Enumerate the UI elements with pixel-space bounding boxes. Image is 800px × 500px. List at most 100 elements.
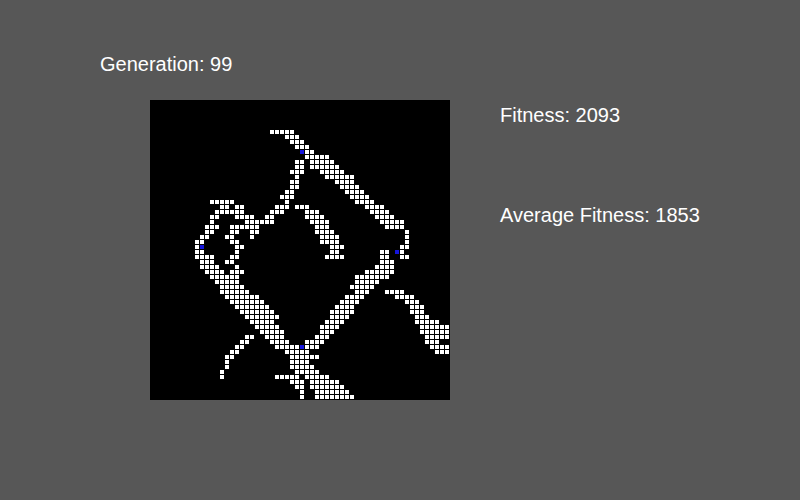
grid-cell (310, 345, 314, 349)
grid-cell (215, 265, 219, 269)
grid-cell (295, 385, 299, 389)
grid-cell (240, 295, 244, 299)
grid-cell (255, 325, 259, 329)
grid-cell (245, 290, 249, 294)
grid-cell (390, 215, 394, 219)
grid-cell (295, 175, 299, 179)
grid-cell (320, 230, 324, 234)
grid-cell (265, 305, 269, 309)
grid-cell (390, 265, 394, 269)
grid-cell (300, 360, 304, 364)
grid-cell (330, 330, 334, 334)
grid-cell (280, 210, 284, 214)
grid-cell (265, 315, 269, 319)
grid-cell (355, 275, 359, 279)
grid-cell (300, 385, 304, 389)
grid-cell (325, 375, 329, 379)
grid-cell (445, 345, 449, 349)
grid-cell (240, 210, 244, 214)
grid-cell (275, 340, 279, 344)
grid-cell (325, 255, 329, 259)
grid-cell (305, 365, 309, 369)
grid-cell (295, 165, 299, 169)
grid-cell (280, 330, 284, 334)
grid-cell (240, 340, 244, 344)
grid-cell (290, 190, 294, 194)
grid-cell (230, 230, 234, 234)
grid-cell (355, 200, 359, 204)
grid-cell (235, 275, 239, 279)
grid-cell (320, 170, 324, 174)
grid-cell (345, 295, 349, 299)
grid-cell (200, 255, 204, 259)
grid-cell (235, 345, 239, 349)
grid-cell (245, 220, 249, 224)
grid-cell (290, 375, 294, 379)
grid-cell (310, 375, 314, 379)
grid-cell (215, 200, 219, 204)
grid-cell (290, 345, 294, 349)
grid-cell (210, 230, 214, 234)
grid-cell (315, 340, 319, 344)
grid-cell (380, 265, 384, 269)
grid-cell (250, 225, 254, 229)
grid-cell (335, 175, 339, 179)
grid-cell (340, 305, 344, 309)
grid-cell (325, 160, 329, 164)
grid-cell (235, 300, 239, 304)
grid-cell (305, 205, 309, 209)
grid-cell (315, 390, 319, 394)
grid-cell (340, 170, 344, 174)
grid-marker (300, 345, 304, 349)
grid-cell (220, 290, 224, 294)
grid-cell (265, 320, 269, 324)
grid-cell (425, 320, 429, 324)
grid-cell (350, 300, 354, 304)
grid-cell (435, 330, 439, 334)
grid-cell (415, 315, 419, 319)
grid-cell (295, 180, 299, 184)
grid-cell (260, 305, 264, 309)
grid-cell (425, 335, 429, 339)
grid-cell (270, 220, 274, 224)
grid-cell (290, 135, 294, 139)
grid-cell (230, 260, 234, 264)
grid-cell (310, 215, 314, 219)
grid-cell (230, 355, 234, 359)
grid-cell (225, 280, 229, 284)
grid-cell (320, 155, 324, 159)
grid-cell (220, 210, 224, 214)
grid-cell (315, 215, 319, 219)
grid-cell (275, 335, 279, 339)
grid-cell (325, 330, 329, 334)
grid-cell (195, 255, 199, 259)
grid-cell (320, 225, 324, 229)
grid-cell (320, 380, 324, 384)
grid-cell (405, 240, 409, 244)
grid-cell (240, 225, 244, 229)
grid-cell (235, 295, 239, 299)
grid-cell (410, 295, 414, 299)
grid-cell (235, 210, 239, 214)
grid-cell (245, 310, 249, 314)
grid-cell (345, 185, 349, 189)
grid-cell (280, 340, 284, 344)
grid-cell (290, 185, 294, 189)
grid-cell (275, 330, 279, 334)
grid-cell (245, 305, 249, 309)
grid-cell (275, 130, 279, 134)
grid-cell (315, 355, 319, 359)
grid-cell (385, 270, 389, 274)
grid-cell (320, 335, 324, 339)
grid-cell (440, 345, 444, 349)
grid-cell (230, 235, 234, 239)
grid-cell (235, 225, 239, 229)
grid-cell (200, 260, 204, 264)
grid-marker (300, 150, 304, 154)
grid-cell (235, 230, 239, 234)
grid-cell (365, 205, 369, 209)
grid-cell (345, 390, 349, 394)
grid-marker (200, 245, 204, 249)
grid-cell (445, 325, 449, 329)
grid-cell (235, 285, 239, 289)
